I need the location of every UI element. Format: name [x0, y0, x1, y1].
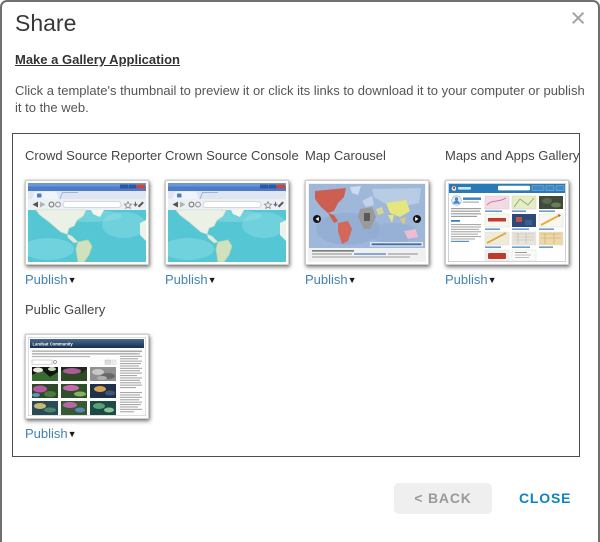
template-cell-public-gallery: Public Gallery Landsat Community: [25, 302, 165, 441]
template-thumbnail-crowd-source-reporter[interactable]: [25, 180, 149, 265]
template-thumbnail-crown-source-console[interactable]: [165, 180, 289, 265]
gallery-webpage-preview: [448, 183, 566, 262]
browser-map-preview: [168, 183, 286, 262]
close-button[interactable]: CLOSE: [519, 483, 571, 514]
publish-link[interactable]: Publish▼: [25, 272, 165, 287]
landsat-gallery-preview: Landsat Community: [28, 337, 146, 416]
template-name: Crown Source Console: [165, 148, 305, 180]
template-gallery-box: Crowd Source Reporter: [12, 133, 580, 457]
close-icon[interactable]: ×: [570, 2, 586, 34]
template-cell-crown-source-console: Crown Source Console: [165, 148, 305, 287]
dropdown-arrow-icon[interactable]: ▼: [488, 275, 497, 285]
dialog-title: Share: [15, 10, 76, 37]
publish-link[interactable]: Publish▼: [445, 272, 580, 287]
template-name: Crowd Source Reporter: [25, 148, 165, 180]
template-thumbnail-map-carousel[interactable]: [305, 180, 429, 265]
publish-link[interactable]: Publish▼: [165, 272, 305, 287]
template-grid: Crowd Source Reporter: [13, 134, 579, 441]
dropdown-arrow-icon[interactable]: ▼: [348, 275, 357, 285]
gallery-description: Click a template's thumbnail to preview …: [15, 83, 593, 117]
template-cell-maps-and-apps-gallery: Maps and Apps Gallery: [445, 148, 580, 287]
publish-link[interactable]: Publish▼: [25, 426, 165, 441]
back-button[interactable]: < BACK: [394, 483, 492, 514]
publish-link-label[interactable]: Publish: [25, 272, 68, 287]
publish-link-label[interactable]: Publish: [305, 272, 348, 287]
template-name: Maps and Apps Gallery: [445, 148, 580, 180]
dropdown-arrow-icon[interactable]: ▼: [68, 429, 77, 439]
publish-link-label[interactable]: Publish: [445, 272, 488, 287]
template-cell-map-carousel: Map Carousel: [305, 148, 445, 287]
share-dialog: Share × Make a Gallery Application Click…: [0, 0, 600, 542]
svg-text:Landsat Community: Landsat Community: [33, 341, 74, 346]
template-thumbnail-public-gallery[interactable]: Landsat Community: [25, 334, 149, 419]
carousel-map-preview: [308, 183, 426, 262]
browser-map-preview: [28, 183, 146, 262]
publish-link-label[interactable]: Publish: [25, 426, 68, 441]
make-gallery-application-heading: Make a Gallery Application: [15, 52, 180, 67]
dropdown-arrow-icon[interactable]: ▼: [68, 275, 77, 285]
dropdown-arrow-icon[interactable]: ▼: [208, 275, 217, 285]
template-name: Map Carousel: [305, 148, 445, 180]
publish-link-label[interactable]: Publish: [165, 272, 208, 287]
template-thumbnail-maps-and-apps-gallery[interactable]: [445, 180, 569, 265]
publish-link[interactable]: Publish▼: [305, 272, 445, 287]
template-cell-crowd-source-reporter: Crowd Source Reporter: [25, 148, 165, 287]
template-name: Public Gallery: [25, 302, 165, 334]
